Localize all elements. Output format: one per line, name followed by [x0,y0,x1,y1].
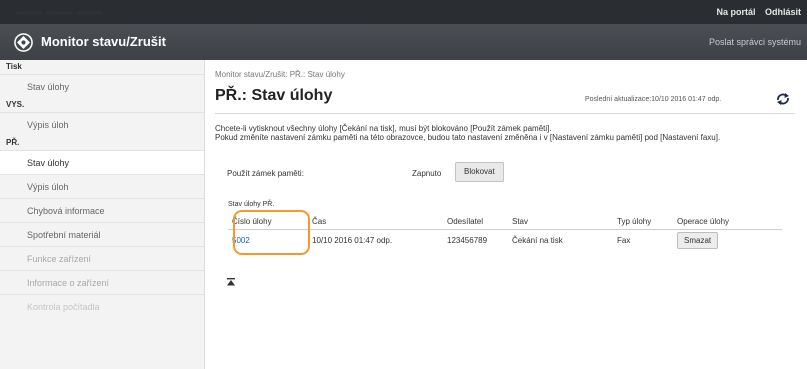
sidebar-group-send: VYS. [0,98,204,112]
column-header-time: Čas [308,215,443,230]
table-row: 5002 10/10 2016 01:47 odp. 123456789 Ček… [228,229,782,251]
sidebar-item-print-job-status[interactable]: Stav úlohy [0,74,204,98]
top-links: Na portál Odhlásit [709,7,801,17]
sidebar-item-send-job-log[interactable]: Výpis úloh [0,112,204,136]
sidebar-item-receive-job-status[interactable]: Stav úlohy [0,150,204,174]
app-title: Monitor stavu/Zrušit [41,34,166,49]
title-bar: Monitor stavu/Zrušit Poslat správci syst… [0,24,807,60]
info-line-fax-settings: Pokud změníte nastavení zámku paměti na … [215,133,721,142]
job-list-title: Stav úlohy PŘ. [228,201,275,208]
refresh-icon[interactable] [775,92,791,106]
title-divider [215,113,795,114]
job-sender: 123456789 [447,235,488,245]
last-update-text: Poslední aktualizace:10/10 2016 01:47 od… [585,96,722,103]
sidebar: Tisk Stav úlohy VYS. Výpis úloh PŘ. Stav… [0,60,205,369]
sidebar-item-device-info[interactable]: Informace o zařízení [0,270,204,294]
mail-admin-link[interactable]: Poslat správci systému [709,37,801,47]
info-line-memory-lock: Chcete-li vytisknout všechny úlohy [Čeká… [215,124,552,133]
memory-lock-status: Zapnuto [412,169,442,178]
sidebar-item-device-features[interactable]: Funkce zařízení [0,246,204,270]
memory-lock-label: Použít zámek paměti: [227,169,304,178]
sidebar-item-error-info[interactable]: Chybová informace [0,198,204,222]
sidebar-item-consumables[interactable]: Spotřební materiál [0,222,204,246]
logout-link[interactable]: Odhlásit [765,7,801,17]
job-status-table: Číslo úlohy Čas Odesílatel Stav Typ úloh… [228,215,782,251]
device-name-text: ——— ——— ——— [16,8,104,17]
sidebar-group-receive: PŘ. [0,136,204,150]
job-operation-cell: Smazat [673,229,782,251]
job-number-link[interactable]: 5002 [228,229,308,251]
lock-button[interactable]: Blokovat [455,162,504,182]
main-content: Monitor stavu/Zrušit: PŘ.: Stav úlohy PŘ… [215,60,805,369]
info-text: Chcete-li vytisknout všechny úlohy [Čeká… [215,124,795,142]
page-title: PŘ.: Stav úlohy [215,87,333,104]
column-header-job-number: Číslo úlohy [228,215,308,230]
sidebar-item-receive-job-log[interactable]: Výpis úloh [0,174,204,198]
portal-link[interactable]: Na portál [716,7,755,17]
sidebar-item-counter-check[interactable]: Kontrola počítadla [0,294,204,318]
job-time: 10/10 2016 01:47 odp. [312,235,393,245]
breadcrumb[interactable]: Monitor stavu/Zrušit: PŘ.: Stav úlohy [215,70,345,79]
table-header-row: Číslo úlohy Čas Odesílatel Stav Typ úloh… [228,215,782,230]
column-header-status: Stav [508,215,613,230]
status-monitor-logo-icon [14,33,33,52]
job-status: Čekání na tisk [512,235,563,245]
back-to-top-icon[interactable] [226,277,236,287]
column-header-sender: Odesílatel [443,215,508,230]
job-type: Fax [617,235,631,245]
sidebar-group-print: Tisk [0,60,204,74]
column-header-job-operation: Operace úlohy [673,215,782,230]
delete-job-button[interactable]: Smazat [677,231,719,249]
top-bar: ——— ——— ——— Na portál Odhlásit [0,0,807,24]
column-header-job-type: Typ úlohy [613,215,673,230]
